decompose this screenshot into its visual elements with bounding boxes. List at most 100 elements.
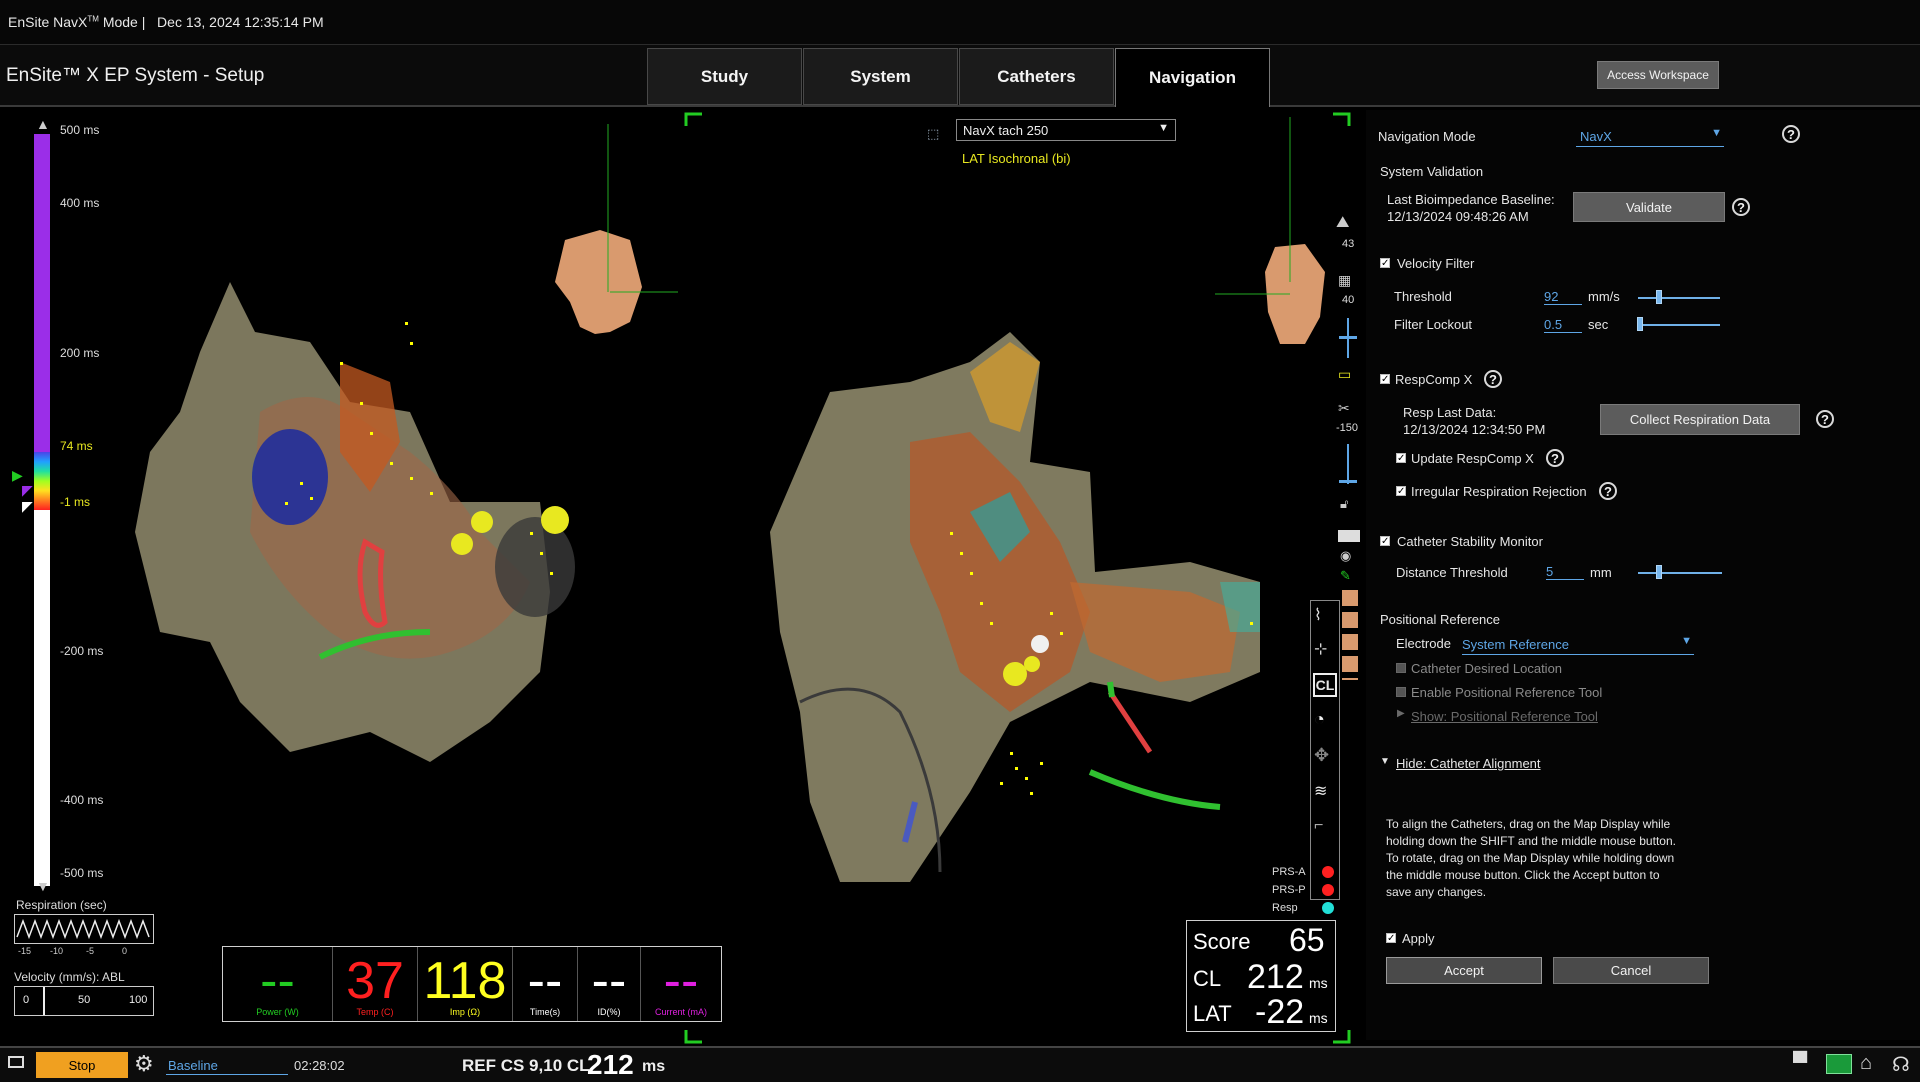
gear-icon[interactable]: ⚙ <box>134 1051 154 1077</box>
signal-icon[interactable]: ⌇ <box>1314 605 1322 625</box>
collect-respiration-help-icon[interactable]: ? <box>1816 410 1834 428</box>
network-icon[interactable]: ⌂ <box>1860 1052 1872 1075</box>
access-workspace-button[interactable]: Access Workspace <box>1597 61 1719 89</box>
stop-button[interactable]: Stop <box>36 1052 128 1078</box>
tab-system[interactable]: System <box>803 48 958 105</box>
map-display[interactable]: ▲ ▼ ◤ ▶ ◤ 500 ms 400 ms 200 ms 74 ms -1 … <box>10 112 1360 1044</box>
tab-study[interactable]: Study <box>647 48 802 105</box>
tool-slider-1-thumb[interactable] <box>1339 336 1357 339</box>
enable-prt-checkbox[interactable] <box>1396 687 1406 697</box>
show-prt-link[interactable]: Show: Positional Reference Tool <box>1411 709 1598 724</box>
scale-down-arrow[interactable]: ▼ <box>36 878 50 894</box>
resp-last-value: 12/13/2024 12:34:50 PM <box>1403 422 1546 437</box>
chevron-down-icon: ▼ <box>1158 122 1169 134</box>
torso-orientation-left[interactable] <box>555 124 678 334</box>
filter-lockout-slider-thumb[interactable] <box>1636 317 1643 331</box>
tab-catheters[interactable]: Catheters <box>959 48 1114 105</box>
torso-orientation-right[interactable] <box>1215 117 1325 344</box>
cancel-button[interactable]: Cancel <box>1553 957 1709 984</box>
legend-prs-a: PRS-A <box>1272 866 1334 878</box>
nav-mode-value: NavX <box>1580 129 1612 144</box>
mode-indicator: EnSite NavXTM Mode | Dec 13, 2024 12:35:… <box>8 14 324 30</box>
baseline-field[interactable]: Baseline <box>166 1054 288 1075</box>
catheter-stability-checkbox[interactable]: ✓ <box>1380 536 1390 547</box>
waveform-icon[interactable]: ≋ <box>1314 781 1327 801</box>
cube-icon[interactable]: ▦ <box>1338 272 1351 289</box>
eye-icon[interactable]: ◉ <box>1340 548 1351 564</box>
validate-help-icon[interactable]: ? <box>1732 198 1750 216</box>
irregular-resp-help-icon[interactable]: ? <box>1599 482 1617 500</box>
threshold-slider[interactable] <box>1638 297 1720 299</box>
headset-icon[interactable]: ☊ <box>1892 1052 1910 1077</box>
threshold-input[interactable]: 92 <box>1544 289 1582 305</box>
respcomp-help-icon[interactable]: ? <box>1484 370 1502 388</box>
distance-threshold-input[interactable]: 5 <box>1546 564 1584 580</box>
plus-signal-icon[interactable]: ⊹ <box>1314 639 1327 659</box>
enable-prt-label: Enable Positional Reference Tool <box>1411 685 1603 700</box>
mountain-icon[interactable]: ⛰ <box>1336 214 1349 232</box>
map-select-icon[interactable]: ⬚ <box>927 126 939 142</box>
ablation-metrics: -- Power (W) 37 Temp (C) 118 Imp (Ω) -- … <box>222 946 722 1022</box>
respcomp-checkbox[interactable]: ✓ <box>1380 374 1390 385</box>
scissors-icon[interactable]: ✂ <box>1338 400 1350 417</box>
validate-button[interactable]: Validate <box>1573 192 1725 222</box>
nav-mode-dropdown[interactable]: NavX ▼ <box>1576 126 1724 147</box>
scale-label-neg400: -400 ms <box>60 793 104 807</box>
filter-lockout-input[interactable]: 0.5 <box>1544 317 1582 333</box>
distance-threshold-unit: mm <box>1590 565 1612 580</box>
apply-checkbox[interactable]: ✓ <box>1386 933 1396 944</box>
lat-color-scale[interactable] <box>34 134 50 886</box>
scale-label-400: 400 ms <box>60 196 100 210</box>
distance-threshold-slider-thumb[interactable] <box>1656 565 1662 579</box>
ref-cl-unit: ms <box>642 1058 666 1075</box>
monitor-icon[interactable] <box>1826 1054 1852 1074</box>
lock-icon[interactable]: 🔓︎ <box>1340 496 1348 512</box>
update-respcomp-help-icon[interactable]: ? <box>1546 449 1564 467</box>
tool-slider-2-thumb[interactable] <box>1339 480 1357 483</box>
torso-views-icon[interactable] <box>1342 590 1358 680</box>
metric-time-value: -- <box>527 952 563 1010</box>
gauge-icon[interactable]: ◔ <box>1314 709 1325 730</box>
cl-button[interactable]: CL <box>1313 673 1337 697</box>
scale-up-arrow[interactable]: ▲ <box>36 116 50 132</box>
right-heart-model[interactable] <box>770 332 1260 882</box>
scale-upper-marker-icon[interactable]: ◤ <box>22 482 33 499</box>
filter-lockout-slider[interactable] <box>1638 324 1720 326</box>
battery-icon[interactable]: ▭ <box>1338 366 1351 383</box>
resp-tick-10: -10 <box>50 946 64 956</box>
distance-threshold-slider[interactable] <box>1638 572 1722 574</box>
tool-palette: ⌇ ⊹ CL ◔ ✥ ≋ ⌐ <box>1310 600 1340 900</box>
score-cl-label: CL <box>1193 966 1222 991</box>
tab-navigation[interactable]: Navigation <box>1115 48 1270 107</box>
scale-current-marker-icon[interactable]: ▶ <box>12 467 23 484</box>
collect-respiration-button[interactable]: Collect Respiration Data <box>1600 404 1800 435</box>
electrode-dropdown[interactable]: System Reference ▼ <box>1462 634 1694 655</box>
map-dropdown-value: NavX tach 250 <box>963 123 1049 138</box>
irregular-resp-checkbox[interactable]: ✓ <box>1396 486 1406 497</box>
map-canvas[interactable] <box>10 112 1360 1044</box>
scale-label-neg500: -500 ms <box>60 866 104 880</box>
accept-button[interactable]: Accept <box>1386 957 1542 984</box>
window-icon[interactable] <box>8 1056 24 1068</box>
pencil-icon[interactable]: ✎ <box>1340 568 1351 584</box>
map-dropdown[interactable]: NavX tach 250 ▼ <box>956 119 1176 141</box>
tool-slider-2[interactable] <box>1347 444 1349 484</box>
nav-mode-help-icon[interactable]: ? <box>1782 125 1800 143</box>
respiration-trace <box>14 914 154 944</box>
hide-alignment-link[interactable]: Hide: Catheter Alignment <box>1396 756 1541 771</box>
chat-icon[interactable]: ▀ <box>1793 1052 1807 1075</box>
catheter-icon[interactable]: ⌐ <box>1314 817 1323 835</box>
chevron-down-icon: ▼ <box>1681 635 1692 647</box>
chevron-down-icon: ▼ <box>1711 127 1722 139</box>
display-toggle-icon[interactable] <box>1338 530 1360 542</box>
velocity-filter-checkbox[interactable]: ✓ <box>1380 258 1390 269</box>
move-icon[interactable]: ✥ <box>1314 745 1329 766</box>
catheter-desired-checkbox[interactable] <box>1396 663 1406 673</box>
threshold-slider-thumb[interactable] <box>1655 290 1662 304</box>
mode-name: EnSite NavX <box>8 14 88 30</box>
left-heart-model[interactable] <box>135 282 575 762</box>
update-respcomp-checkbox[interactable]: ✓ <box>1396 453 1406 464</box>
scale-label-upper: 74 ms <box>60 439 93 453</box>
scale-lower-marker-icon[interactable]: ◤ <box>22 498 33 515</box>
catheter-stability-label: Catheter Stability Monitor <box>1397 534 1543 549</box>
